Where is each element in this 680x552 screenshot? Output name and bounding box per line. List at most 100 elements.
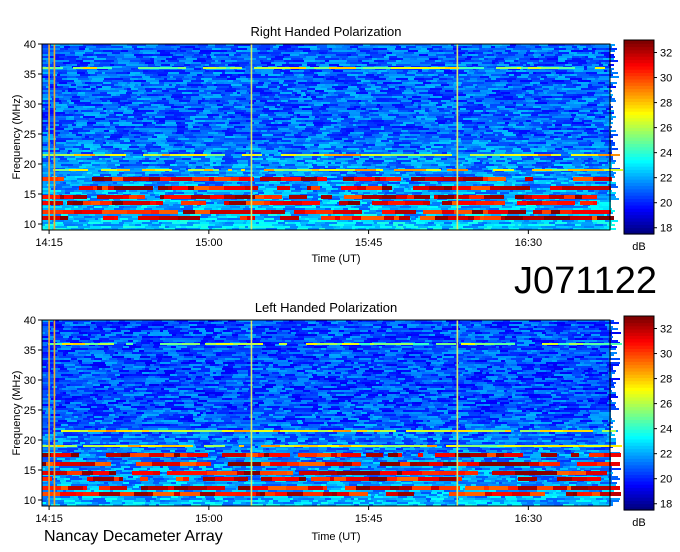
heatmap-cell <box>138 84 141 86</box>
heatmap-cell <box>498 142 508 144</box>
heatmap-cell <box>124 150 130 152</box>
heatmap-cell <box>329 152 335 154</box>
heatmap-cell <box>236 144 248 146</box>
heatmap-cell <box>513 96 518 98</box>
heatmap-cell <box>596 56 606 58</box>
heatmap-cell <box>297 138 306 140</box>
heatmap-cell <box>136 56 143 58</box>
heatmap-cell <box>574 72 586 74</box>
heatmap-cell <box>594 112 603 114</box>
heatmap-cell <box>472 46 479 48</box>
heatmap-cell <box>71 100 80 102</box>
heatmap-cell <box>321 146 331 148</box>
heatmap-cell <box>583 70 592 72</box>
heatmap-cell <box>90 148 94 150</box>
heatmap-cell <box>548 172 554 174</box>
heatmap-cell <box>68 106 74 108</box>
heatmap-cell <box>478 64 490 66</box>
heatmap-cell <box>101 102 112 104</box>
heatmap-cell <box>341 162 348 164</box>
heatmap-cell <box>169 84 172 86</box>
heatmap-cell <box>366 108 372 110</box>
heatmap-cell <box>568 152 572 154</box>
heatmap-cell <box>377 86 381 88</box>
heatmap-cell <box>192 56 200 58</box>
heatmap-cell <box>346 62 350 64</box>
heatmap-cell <box>592 156 599 158</box>
heatmap-cell <box>425 88 430 90</box>
heatmap-cell <box>64 150 68 152</box>
heatmap-cell <box>137 144 146 146</box>
heatmap-cell <box>68 166 79 168</box>
heatmap-cell <box>233 134 241 136</box>
heatmap-cell <box>274 148 285 150</box>
heatmap-cell <box>439 136 447 138</box>
heatmap-cell <box>85 72 88 74</box>
heatmap-cell <box>159 78 164 80</box>
heatmap-cell <box>123 68 131 70</box>
heatmap-cell <box>67 100 71 102</box>
heatmap-cell <box>594 142 605 144</box>
heatmap-cell <box>346 136 352 138</box>
heatmap-cell <box>60 114 63 116</box>
heatmap-cell <box>548 166 551 168</box>
heatmap-cell <box>324 90 336 92</box>
heatmap-cell <box>205 162 213 164</box>
heatmap-cell <box>278 100 281 102</box>
heatmap-cell <box>273 136 284 138</box>
heatmap-cell <box>364 134 372 136</box>
heatmap-cell <box>113 138 117 140</box>
heatmap-cell <box>293 60 304 62</box>
heatmap-cell <box>198 88 206 90</box>
heatmap-cell <box>373 46 378 48</box>
heatmap-cell <box>375 84 387 86</box>
heatmap-cell <box>598 132 603 134</box>
heatmap-cell <box>63 114 73 116</box>
heatmap-cell <box>340 142 350 144</box>
heatmap-cell <box>497 106 505 108</box>
heatmap-cell <box>166 88 171 90</box>
heatmap-cell <box>76 120 88 122</box>
heatmap-cell <box>349 112 360 114</box>
heatmap-cell <box>503 70 506 72</box>
heatmap-cell <box>530 82 540 84</box>
heatmap-cell <box>321 106 329 108</box>
heatmap-cell <box>479 140 488 142</box>
heatmap-cell <box>396 54 407 56</box>
heatmap-cell <box>181 156 193 158</box>
heatmap-cell <box>334 84 338 86</box>
heatmap-cell <box>196 114 207 116</box>
heatmap-cell <box>125 84 128 86</box>
heatmap-cell <box>598 82 605 84</box>
heatmap-cell <box>175 120 185 122</box>
heatmap-cell <box>163 132 172 134</box>
heatmap-cell <box>362 60 374 62</box>
heatmap-cell <box>378 158 385 160</box>
heatmap-cell <box>474 164 485 166</box>
heatmap-cell <box>173 76 184 78</box>
heatmap-cell <box>563 122 572 124</box>
heatmap-cell <box>587 140 591 142</box>
heatmap-cell <box>553 134 564 136</box>
heatmap-cell <box>303 144 314 146</box>
heatmap-cell <box>500 76 509 78</box>
heatmap-cell <box>119 84 122 86</box>
heatmap-cell <box>465 60 474 62</box>
heatmap-cell <box>320 158 328 160</box>
heatmap-cell <box>155 124 162 126</box>
heatmap-cell <box>357 82 363 84</box>
heatmap-cell <box>76 144 81 146</box>
heatmap-cell <box>597 98 603 100</box>
heatmap-cell <box>420 160 425 162</box>
heatmap-cell <box>431 82 438 84</box>
heatmap-cell <box>228 56 237 58</box>
heatmap-cell <box>515 120 518 122</box>
heatmap-cell <box>429 114 435 116</box>
heatmap-cell <box>450 164 460 166</box>
heatmap-cell <box>407 116 413 118</box>
heatmap-cell <box>562 148 568 150</box>
heatmap-cell <box>489 126 492 128</box>
heatmap-cell <box>194 152 203 154</box>
heatmap-cell <box>561 118 570 120</box>
heatmap-cell <box>211 126 221 128</box>
